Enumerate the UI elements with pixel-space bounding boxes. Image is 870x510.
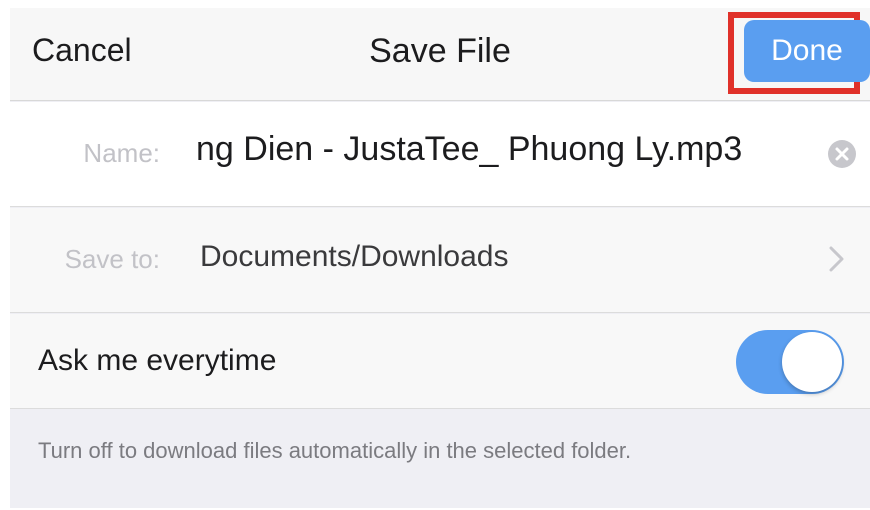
save-file-dialog: Cancel Save File Done Name: ng Dien - Ju… <box>10 8 870 508</box>
name-row: Name: ng Dien - JustaTee_ Phuong Ly.mp3 <box>10 102 870 207</box>
chevron-right-icon <box>828 244 846 274</box>
navigation-bar: Cancel Save File Done <box>10 8 870 101</box>
save-to-row[interactable]: Save to: Documents/Downloads <box>10 208 870 313</box>
clear-icon[interactable] <box>828 140 856 168</box>
footer-note: Turn off to download files automatically… <box>38 438 632 463</box>
toggle-knob <box>782 332 842 392</box>
ask-me-toggle[interactable] <box>736 330 844 394</box>
ask-me-row: Ask me everytime <box>10 314 870 409</box>
done-button[interactable]: Done <box>744 20 870 82</box>
save-to-folder: Documents/Downloads <box>200 240 509 273</box>
file-name-input[interactable]: ng Dien - JustaTee_ Phuong Ly.mp3 <box>196 130 824 180</box>
ask-me-label: Ask me everytime <box>38 344 277 377</box>
save-to-label: Save to: <box>64 244 160 274</box>
name-label: Name: <box>83 138 160 168</box>
file-name-text: ng Dien - JustaTee_ Phuong Ly.mp3 <box>196 130 743 168</box>
